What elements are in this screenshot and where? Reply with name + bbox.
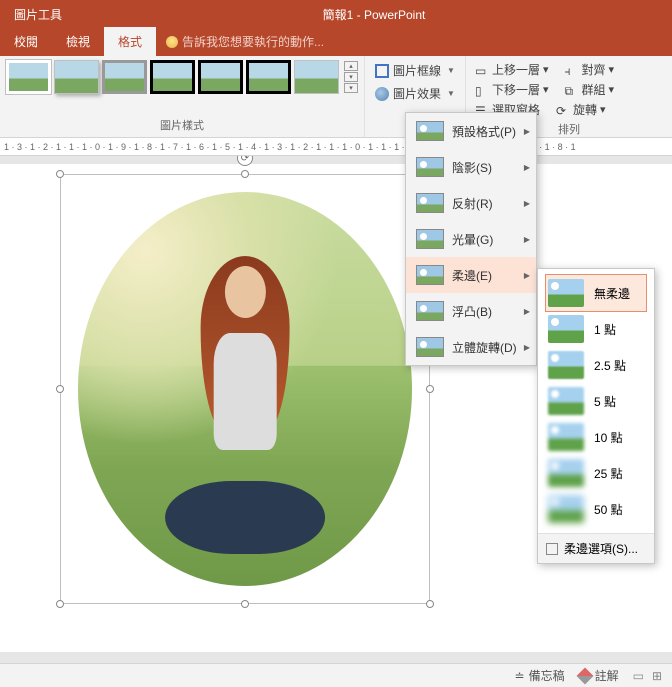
contextual-tab-label: 圖片工具 <box>0 2 76 27</box>
soft-edge-thumb <box>548 459 584 487</box>
resize-handle[interactable] <box>56 600 64 608</box>
bevel-icon <box>416 301 444 321</box>
soft-edge-1pt[interactable]: 1 點 <box>546 311 646 347</box>
person-placeholder <box>151 247 338 554</box>
gallery-more[interactable]: ▴ ▾ ▾ <box>344 61 358 93</box>
picture-effects-menu: 預設格式(P)▶ 陰影(S)▶ 反射(R)▶ 光暈(G)▶ 柔邊(E)▶ 浮凸(… <box>405 112 537 366</box>
menu-bevel[interactable]: 浮凸(B)▶ <box>406 293 536 329</box>
tab-review[interactable]: 校閱 <box>0 27 52 56</box>
notes-icon: ≐ <box>515 669 525 683</box>
rotate-handle[interactable]: ⟳ <box>237 156 253 166</box>
picture-selection[interactable]: ⟳ <box>60 174 430 604</box>
soft-edge-thumb <box>548 387 584 415</box>
soft-edge-thumb <box>548 351 584 379</box>
group-icon: ⧉ <box>564 84 578 96</box>
chevron-right-icon: ▶ <box>524 235 530 244</box>
picture-effects-button[interactable]: 圖片效果▼ <box>371 83 459 104</box>
rotation3d-icon <box>416 337 444 357</box>
ribbon-tabs: 校閱 檢視 格式 告訴我您想要執行的動作... <box>0 28 672 56</box>
resize-handle[interactable] <box>426 600 434 608</box>
style-thumb[interactable] <box>294 60 339 94</box>
chevron-right-icon: ▶ <box>524 127 530 136</box>
soft-edges-icon <box>416 265 444 285</box>
group-picture-styles: ▴ ▾ ▾ 圖片樣式 <box>0 56 365 137</box>
status-bar: ≐備忘稿 註解 ▭ ⊞ <box>0 663 672 687</box>
bring-forward-button[interactable]: ▭上移一層 ▾ <box>472 60 552 79</box>
style-thumb[interactable] <box>54 60 99 94</box>
notes-button[interactable]: ≐備忘稿 <box>515 667 565 684</box>
style-thumb[interactable] <box>150 60 195 94</box>
style-thumb[interactable] <box>198 60 243 94</box>
style-thumb[interactable] <box>6 60 51 94</box>
soft-edge-2-5pt[interactable]: 2.5 點 <box>546 347 646 383</box>
chevron-right-icon: ▶ <box>524 343 530 352</box>
horizontal-ruler: 1 · 3 · 1 · 2 · 1 · 1 · 1 · 0 · 1 · 9 · … <box>0 138 672 156</box>
chevron-right-icon: ▶ <box>524 307 530 316</box>
soft-edge-5pt[interactable]: 5 點 <box>546 383 646 419</box>
style-thumb[interactable] <box>246 60 291 94</box>
soft-edge-thumb <box>548 315 584 343</box>
border-icon <box>375 64 389 78</box>
menu-reflection[interactable]: 反射(R)▶ <box>406 185 536 221</box>
soft-edge-thumb <box>548 423 584 451</box>
lightbulb-icon <box>166 36 178 48</box>
comments-button[interactable]: 註解 <box>579 667 619 684</box>
group-label-styles: 圖片樣式 <box>160 117 204 133</box>
send-backward-button[interactable]: ▯下移一層 ▾ <box>472 80 552 99</box>
chevron-up-icon[interactable]: ▴ <box>344 61 358 71</box>
menu-shadow[interactable]: 陰影(S)▶ <box>406 149 536 185</box>
comments-icon <box>576 667 593 684</box>
align-icon: ⫞ <box>564 64 578 76</box>
ribbon: ▴ ▾ ▾ 圖片樣式 圖片框線▼ 圖片效果▼ ▭上移一層 ▾ ⫞對齊 ▾ ▯下移… <box>0 56 672 138</box>
normal-view-icon[interactable]: ▭ <box>633 669 644 683</box>
chevron-right-icon: ▶ <box>524 271 530 280</box>
menu-soft-edges[interactable]: 柔邊(E)▶ <box>406 257 536 293</box>
resize-handle[interactable] <box>56 170 64 178</box>
soft-edge-25pt[interactable]: 25 點 <box>546 455 646 491</box>
picture-style-gallery[interactable]: ▴ ▾ ▾ <box>6 60 358 94</box>
circular-picture[interactable] <box>78 192 412 586</box>
rotate-icon: ⟳ <box>556 104 570 116</box>
glow-icon <box>416 229 444 249</box>
bring-forward-icon: ▭ <box>475 64 489 76</box>
soft-edge-10pt[interactable]: 10 點 <box>546 419 646 455</box>
rotate-button[interactable]: ⟳旋轉 ▾ <box>553 100 609 119</box>
menu-glow[interactable]: 光暈(G)▶ <box>406 221 536 257</box>
send-backward-icon: ▯ <box>475 84 489 96</box>
tell-me-search[interactable]: 告訴我您想要執行的動作... <box>156 27 334 56</box>
soft-edge-thumb <box>548 279 584 307</box>
preset-icon <box>416 121 444 141</box>
style-thumb[interactable] <box>102 60 147 94</box>
resize-handle[interactable] <box>241 600 249 608</box>
resize-handle[interactable] <box>241 170 249 178</box>
menu-3d-rotation[interactable]: 立體旋轉(D)▶ <box>406 329 536 365</box>
chevron-right-icon: ▶ <box>524 163 530 172</box>
resize-handle[interactable] <box>56 385 64 393</box>
window-title: 簡報1 - PowerPoint <box>76 6 672 23</box>
titlebar: 圖片工具 簡報1 - PowerPoint <box>0 0 672 28</box>
soft-edge-options[interactable]: 柔邊選項(S)... <box>538 533 654 563</box>
reflection-icon <box>416 193 444 213</box>
soft-edge-thumb <box>548 495 584 523</box>
shadow-icon <box>416 157 444 177</box>
align-button[interactable]: ⫞對齊 ▾ <box>561 60 617 79</box>
picture-border-button[interactable]: 圖片框線▼ <box>371 60 459 81</box>
chevron-down-icon[interactable]: ▾ <box>344 72 358 82</box>
tell-me-placeholder: 告訴我您想要執行的動作... <box>182 33 324 50</box>
soft-edges-submenu: 無柔邊 1 點 2.5 點 5 點 10 點 25 點 50 點 柔邊選項(S)… <box>537 268 655 564</box>
chevron-right-icon: ▶ <box>524 199 530 208</box>
more-icon[interactable]: ▾ <box>344 83 358 93</box>
tab-format[interactable]: 格式 <box>104 27 156 56</box>
group-button[interactable]: ⧉群組 ▾ <box>561 80 617 99</box>
resize-handle[interactable] <box>426 385 434 393</box>
soft-edge-none[interactable]: 無柔邊 <box>546 275 646 311</box>
sorter-view-icon[interactable]: ⊞ <box>652 669 662 683</box>
soft-edge-50pt[interactable]: 50 點 <box>546 491 646 527</box>
view-mode-icons: ▭ ⊞ <box>633 669 662 683</box>
menu-preset[interactable]: 預設格式(P)▶ <box>406 113 536 149</box>
effects-icon <box>375 87 389 101</box>
tab-view[interactable]: 檢視 <box>52 27 104 56</box>
options-icon <box>546 543 558 555</box>
